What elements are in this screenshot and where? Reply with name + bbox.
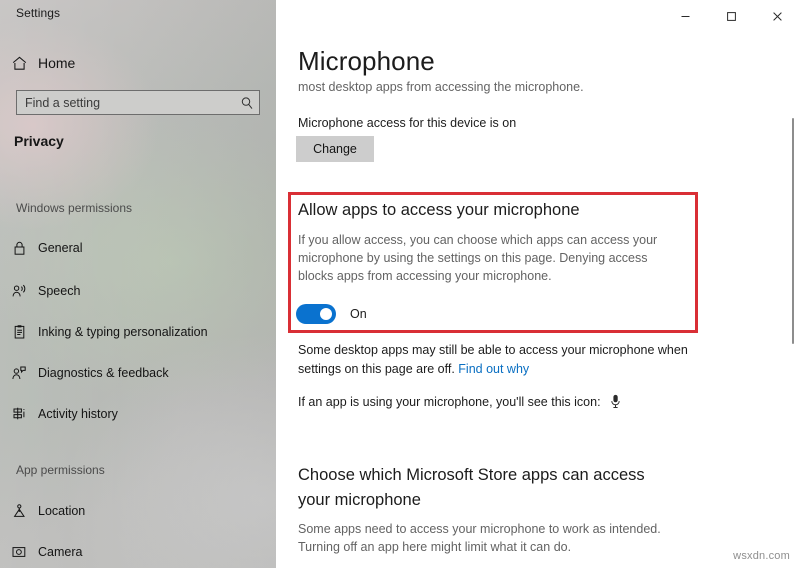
sidebar-item-camera[interactable]: Camera	[0, 539, 276, 565]
home-icon	[0, 55, 38, 72]
lock-icon	[0, 240, 38, 256]
camera-icon	[0, 545, 38, 559]
sidebar-item-home-label: Home	[38, 55, 76, 71]
search-input[interactable]	[17, 95, 235, 110]
location-pin-icon	[0, 503, 38, 519]
sidebar-group-windows-permissions: Windows permissions	[16, 201, 133, 215]
watermark: wsxdn.com	[733, 550, 790, 562]
settings-window: Settings Home Find a setting Privacy Win…	[0, 0, 800, 568]
find-out-why-link[interactable]: Find out why	[458, 362, 529, 376]
store-apps-description: Some apps need to access your microphone…	[298, 522, 661, 554]
allow-apps-heading: Allow apps to access your microphone	[298, 201, 580, 219]
search-icon[interactable]	[235, 96, 259, 110]
sidebar-item-activity-history-label: Activity history	[38, 407, 118, 421]
app-using-mic-note: If an app is using your microphone, you'…	[298, 394, 621, 409]
sidebar: Settings Home Find a setting Privacy Win…	[0, 0, 276, 568]
sidebar-item-speech-label: Speech	[38, 284, 81, 298]
store-apps-heading: Choose which Microsoft Store apps can ac…	[298, 466, 645, 509]
sidebar-item-home[interactable]: Home	[0, 50, 276, 76]
sidebar-item-diagnostics-feedback-label: Diagnostics & feedback	[38, 366, 169, 380]
sidebar-item-inking-typing-label: Inking & typing personalization	[38, 325, 208, 339]
person-feedback-icon	[0, 365, 38, 381]
sidebar-category-title: Privacy	[14, 133, 64, 149]
maximize-button[interactable]	[708, 0, 754, 32]
page-title: Microphone	[298, 46, 435, 76]
toggle-state-label: On	[350, 307, 367, 321]
window-controls	[662, 0, 800, 32]
sidebar-item-general[interactable]: General	[0, 235, 276, 261]
clipboard-pen-icon	[0, 324, 38, 340]
sidebar-group-app-permissions: App permissions	[16, 463, 105, 477]
sidebar-item-location[interactable]: Location	[0, 498, 276, 524]
speech-person-icon	[0, 283, 38, 299]
toggle-knob	[320, 308, 332, 320]
change-button[interactable]: Change	[296, 136, 374, 162]
sidebar-item-camera-label: Camera	[38, 545, 83, 559]
allow-apps-toggle-row: On	[296, 304, 367, 324]
microphone-access-toggle[interactable]	[296, 304, 336, 324]
scrollbar[interactable]	[786, 32, 800, 568]
scrollbar-thumb[interactable]	[792, 118, 794, 344]
sidebar-item-activity-history[interactable]: Activity history	[0, 401, 276, 427]
app-title: Settings	[16, 6, 61, 20]
sidebar-item-inking-typing[interactable]: Inking & typing personalization	[0, 319, 276, 345]
device-access-status: Microphone access for this device is on	[298, 116, 517, 130]
app-using-mic-note-text: If an app is using your microphone, you'…	[298, 394, 601, 409]
sidebar-item-speech[interactable]: Speech	[0, 278, 276, 304]
close-button[interactable]	[754, 0, 800, 32]
allow-apps-description: If you allow access, you can choose whic…	[298, 233, 658, 283]
desktop-apps-note: Some desktop apps may still be able to a…	[298, 341, 688, 379]
search-box[interactable]	[16, 90, 260, 115]
sidebar-item-general-label: General	[38, 241, 83, 255]
microphone-icon	[610, 394, 621, 409]
sidebar-item-location-label: Location	[38, 504, 86, 518]
main-content: Microphone most desktop apps from access…	[276, 0, 800, 568]
activity-history-icon	[0, 406, 38, 422]
minimize-button[interactable]	[662, 0, 708, 32]
sidebar-item-diagnostics-feedback[interactable]: Diagnostics & feedback	[0, 360, 276, 386]
page-subtitle: most desktop apps from accessing the mic…	[298, 80, 584, 94]
